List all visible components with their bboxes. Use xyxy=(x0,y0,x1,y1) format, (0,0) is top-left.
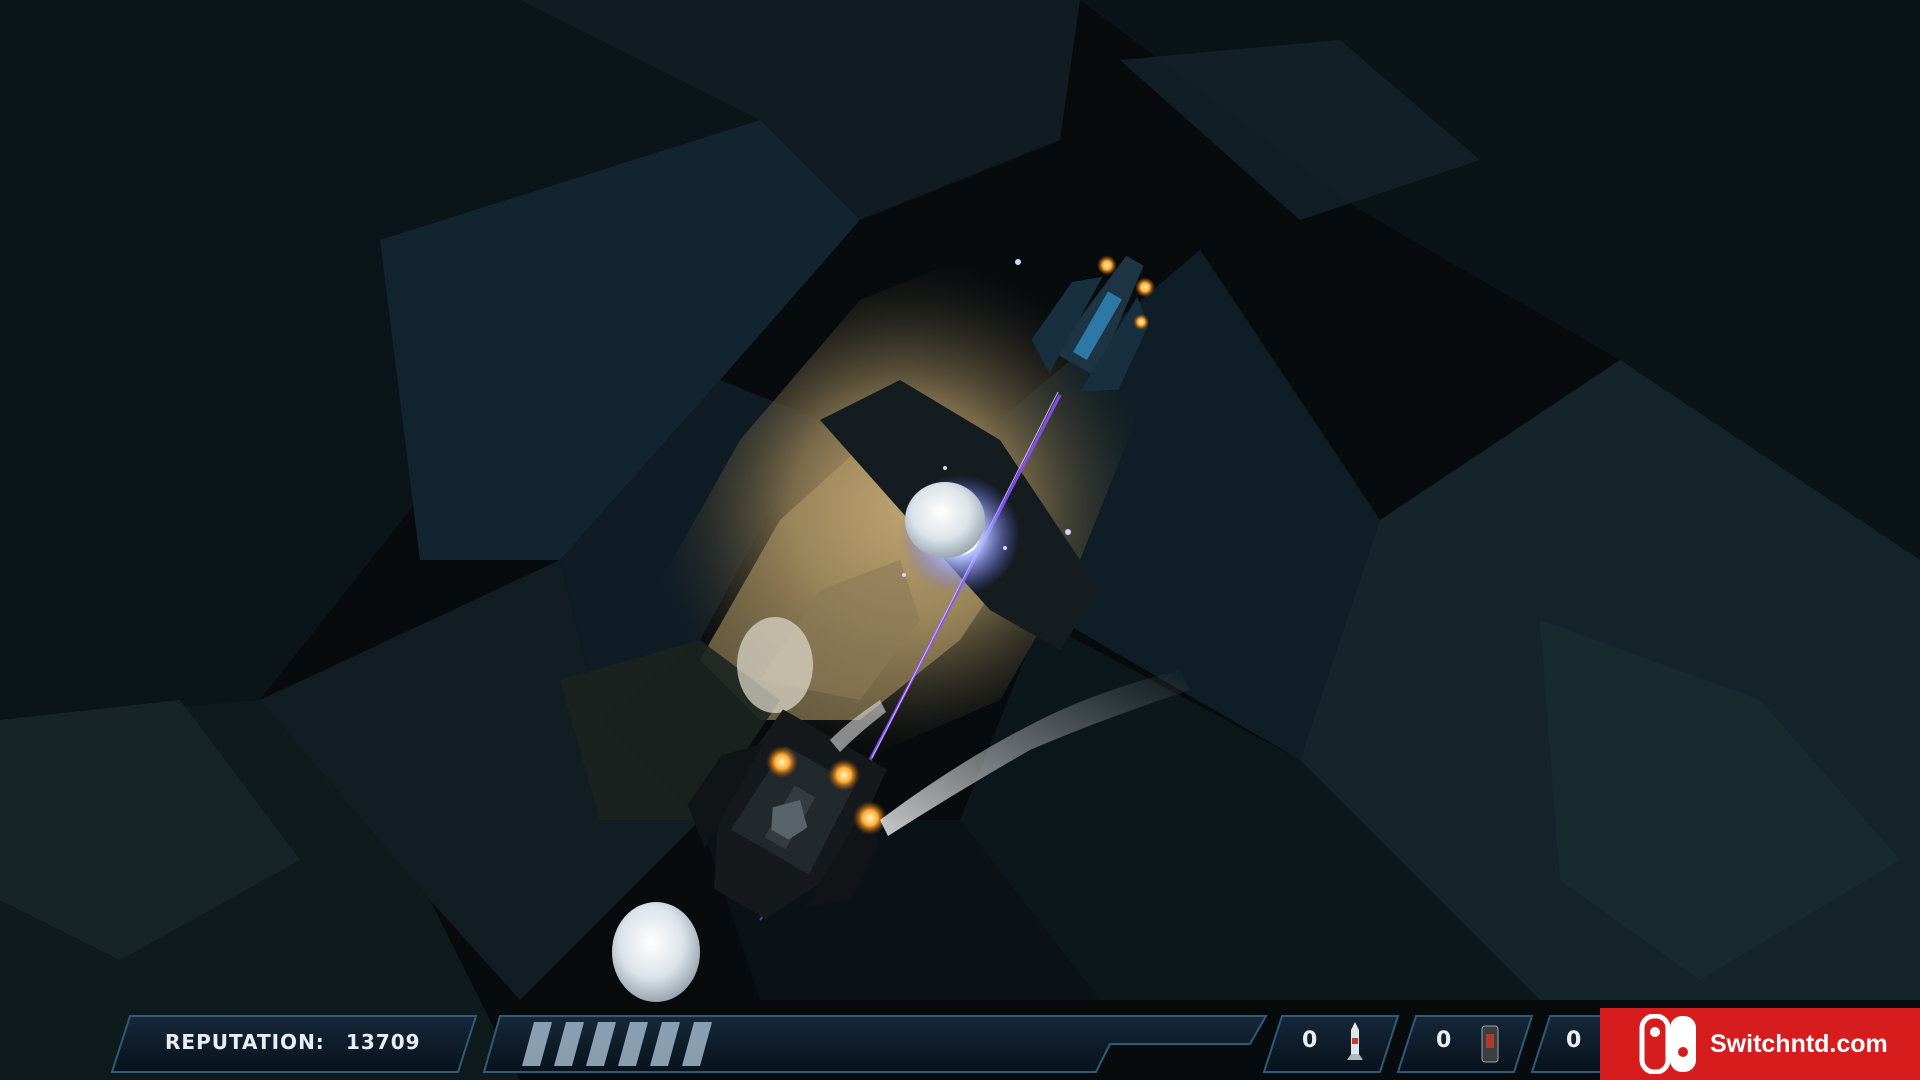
exhaust-flame xyxy=(853,801,887,835)
glowing-asteroid xyxy=(612,902,700,1002)
reputation-label: REPUTATION: xyxy=(165,1030,325,1054)
mine-count: 0 xyxy=(1436,1028,1453,1053)
mine-icon xyxy=(1481,1025,1499,1063)
glowing-asteroid xyxy=(737,617,813,713)
glowing-asteroid xyxy=(905,482,985,558)
switch-logo-icon xyxy=(1639,1014,1696,1074)
missile-count: 0 xyxy=(1302,1028,1319,1053)
reputation-value: 13709 xyxy=(346,1030,421,1054)
game-scene xyxy=(0,0,1920,1080)
bomb-count: 0 xyxy=(1566,1028,1583,1053)
watermark-text: Switchntd.com xyxy=(1710,1030,1888,1058)
exhaust-flame xyxy=(828,759,860,791)
exhaust-flame xyxy=(766,746,798,778)
